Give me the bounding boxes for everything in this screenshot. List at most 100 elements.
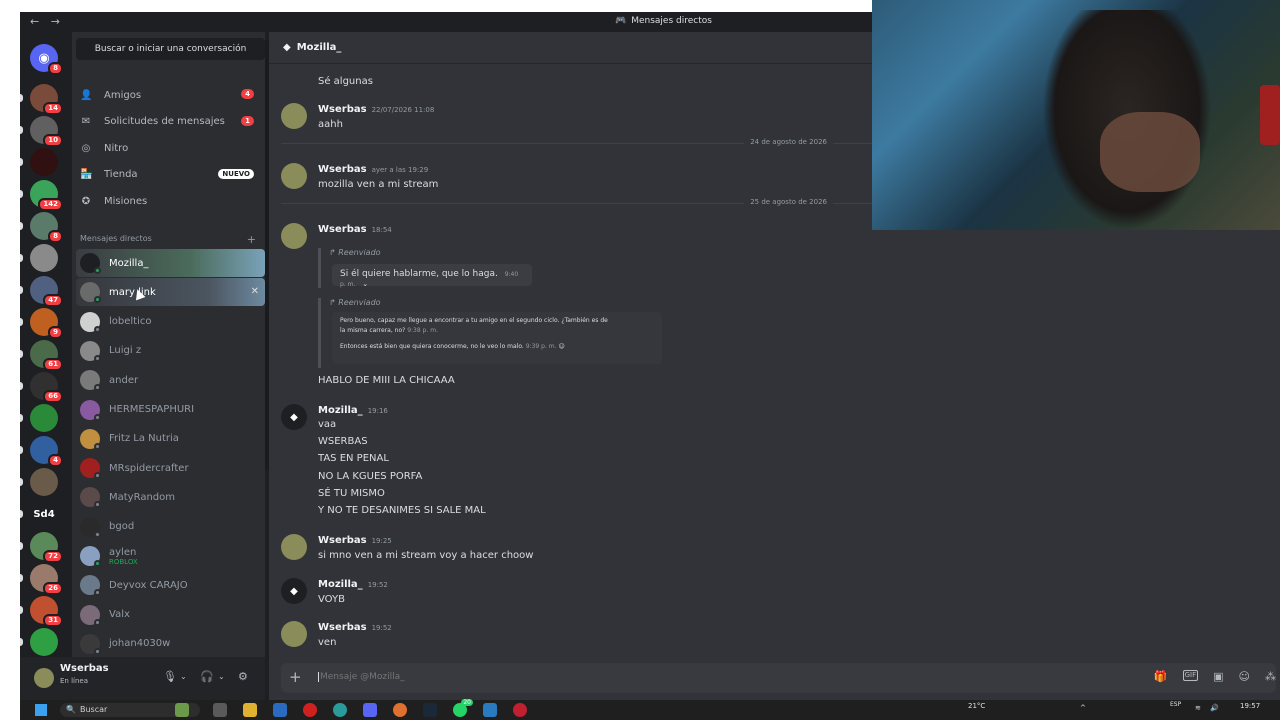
server-icon[interactable]: 142 bbox=[30, 180, 63, 211]
taskbar-app-icon[interactable] bbox=[483, 703, 497, 717]
discord-home-icon[interactable]: ◉ 8 bbox=[30, 44, 63, 75]
back-arrow-icon[interactable]: ← bbox=[30, 15, 39, 28]
avatar[interactable] bbox=[281, 163, 307, 189]
server-icon[interactable]: 66 bbox=[30, 372, 63, 403]
create-dm-plus-icon[interactable]: + bbox=[247, 233, 256, 246]
message-author[interactable]: Wserbas ayer a las 19:29 bbox=[318, 164, 428, 175]
edge-icon[interactable] bbox=[333, 703, 347, 717]
server-icon[interactable]: 31 bbox=[30, 596, 63, 627]
sticker-icon[interactable]: ▣ bbox=[1213, 670, 1223, 683]
dm-item[interactable]: MatyRandom bbox=[76, 483, 265, 511]
nav-item-tienda[interactable]: 🏪 Tienda NUEVO bbox=[76, 163, 260, 187]
server-icon[interactable] bbox=[30, 244, 58, 272]
chat-recipient-name[interactable]: Mozilla_ bbox=[297, 42, 342, 53]
chevron-down-icon[interactable]: ⌄ bbox=[180, 672, 187, 681]
forward-arrow-icon[interactable]: → bbox=[51, 15, 60, 28]
message-author[interactable]: Mozilla_ 19:52 bbox=[318, 579, 388, 590]
language-indicator[interactable]: ESP bbox=[1170, 701, 1181, 709]
server-icon[interactable]: 10 bbox=[30, 116, 63, 147]
server-icon[interactable]: 47 bbox=[30, 276, 63, 307]
avatar[interactable] bbox=[281, 534, 307, 560]
server-icon[interactable]: 26 bbox=[30, 564, 63, 595]
dm-item[interactable]: aylen ROBLOX bbox=[76, 542, 265, 570]
message-input[interactable] bbox=[318, 672, 618, 682]
opera-icon[interactable] bbox=[303, 703, 317, 717]
tray-chevron-up-icon[interactable]: ^ bbox=[1080, 704, 1086, 712]
server-icon[interactable] bbox=[30, 404, 58, 432]
whatsapp-icon[interactable]: 20 bbox=[453, 699, 473, 717]
gif-icon[interactable]: GIF bbox=[1182, 670, 1199, 681]
file-explorer-icon[interactable] bbox=[243, 703, 257, 717]
nav-item-nitro[interactable]: ◎ Nitro bbox=[76, 136, 260, 160]
forwarded-text: Si él quiere hablarme, que lo haga. bbox=[340, 269, 498, 279]
server-badge: 142 bbox=[38, 198, 63, 211]
nav-item-misiones[interactable]: ✪ Misiones bbox=[76, 189, 260, 213]
dm-item[interactable]: Valx bbox=[76, 601, 265, 629]
server-icon[interactable]: 4 bbox=[30, 436, 63, 467]
dm-item[interactable]: mary link ✕ bbox=[76, 278, 265, 307]
volume-icon[interactable]: 🔊 bbox=[1210, 704, 1219, 712]
gear-icon[interactable]: ⚙ bbox=[238, 670, 248, 683]
taskbar-clock[interactable]: 19:57 bbox=[1240, 702, 1260, 710]
search-conversation-button[interactable]: Buscar o iniciar una conversación bbox=[76, 38, 265, 60]
avatar[interactable] bbox=[281, 103, 307, 129]
window-title: 🎮 Mensajes directos bbox=[615, 16, 712, 26]
chevron-down-icon[interactable]: ⌄ bbox=[362, 280, 368, 288]
microphone-icon[interactable]: 🎙 bbox=[163, 670, 177, 683]
taskbar-app-icon[interactable] bbox=[175, 703, 189, 717]
server-icon[interactable]: 8 bbox=[30, 212, 63, 243]
server-icon[interactable]: 72 bbox=[30, 532, 63, 563]
avatar[interactable] bbox=[34, 668, 54, 688]
dm-item[interactable]: johan4030w bbox=[76, 630, 265, 658]
chevron-down-icon[interactable]: ⌄ bbox=[218, 672, 225, 681]
message-author[interactable]: Wserbas 19:25 bbox=[318, 535, 392, 546]
avatar[interactable]: ◆ bbox=[281, 578, 307, 604]
server-icon[interactable] bbox=[30, 148, 58, 176]
server-icon[interactable]: Sd4 bbox=[30, 500, 58, 528]
close-icon[interactable]: ✕ bbox=[251, 286, 259, 297]
dm-item[interactable]: Luigi z bbox=[76, 337, 265, 365]
nav-item-amigos[interactable]: 👤 Amigos 4 bbox=[76, 83, 260, 107]
dm-item[interactable]: Deyvox CARAJO bbox=[76, 571, 265, 599]
taskbar-app-icon[interactable] bbox=[273, 703, 287, 717]
gift-icon[interactable]: 🎁 bbox=[1154, 670, 1168, 683]
weather-widget[interactable]: 21°C bbox=[968, 702, 985, 710]
windows-start-icon[interactable] bbox=[35, 704, 47, 716]
steam-icon[interactable] bbox=[423, 703, 437, 717]
nav-item-solicitudes[interactable]: ✉ Solicitudes de mensajes 1 bbox=[76, 110, 260, 134]
dm-item[interactable]: ander bbox=[76, 366, 265, 394]
server-icon[interactable] bbox=[30, 628, 58, 656]
add-attachment-plus-icon[interactable]: + bbox=[289, 668, 302, 686]
server-icon[interactable]: 14 bbox=[30, 84, 63, 115]
taskbar-app-icon[interactable] bbox=[393, 703, 407, 717]
headset-icon[interactable]: 🎧 bbox=[200, 670, 214, 683]
avatar[interactable]: ◆ bbox=[281, 404, 307, 430]
taskbar-app-icon[interactable] bbox=[213, 703, 227, 717]
status-dot bbox=[94, 560, 101, 567]
message-author[interactable]: Wserbas 18:54 bbox=[318, 224, 392, 235]
nav-label: Tienda bbox=[104, 169, 138, 180]
dm-item[interactable]: Mozilla_ bbox=[76, 249, 265, 277]
avatar[interactable] bbox=[281, 621, 307, 647]
wifi-icon[interactable]: ≋ bbox=[1195, 704, 1201, 712]
emoji-icon[interactable]: ☺ bbox=[558, 343, 564, 350]
avatar[interactable] bbox=[281, 223, 307, 249]
dm-item[interactable]: HERMESPAPHURI bbox=[76, 396, 265, 424]
discord-icon[interactable] bbox=[363, 703, 377, 717]
emoji-icon[interactable]: ☺ bbox=[1239, 670, 1250, 683]
taskbar-app-icon[interactable] bbox=[513, 703, 527, 717]
message-author[interactable]: Wserbas 19:52 bbox=[318, 622, 392, 633]
dm-item[interactable]: MRspidercrafter bbox=[76, 454, 265, 482]
status-dot bbox=[94, 472, 101, 480]
dm-item[interactable]: Fritz La Nutria bbox=[76, 425, 265, 453]
server-icon[interactable] bbox=[30, 468, 58, 496]
apps-icon[interactable]: ⁂ bbox=[1265, 670, 1276, 683]
dm-item[interactable]: lobeltico bbox=[76, 308, 265, 336]
message-author[interactable]: Mozilla_ 19:16 bbox=[318, 405, 388, 416]
server-icon[interactable]: 9 bbox=[30, 308, 63, 339]
avatar bbox=[80, 282, 101, 304]
message-author[interactable]: Wserbas 22/07/2026 11:08 bbox=[318, 104, 434, 115]
server-unread-pill bbox=[20, 126, 23, 134]
server-icon[interactable]: 61 bbox=[30, 340, 63, 371]
dm-item[interactable]: bgod bbox=[76, 513, 265, 541]
